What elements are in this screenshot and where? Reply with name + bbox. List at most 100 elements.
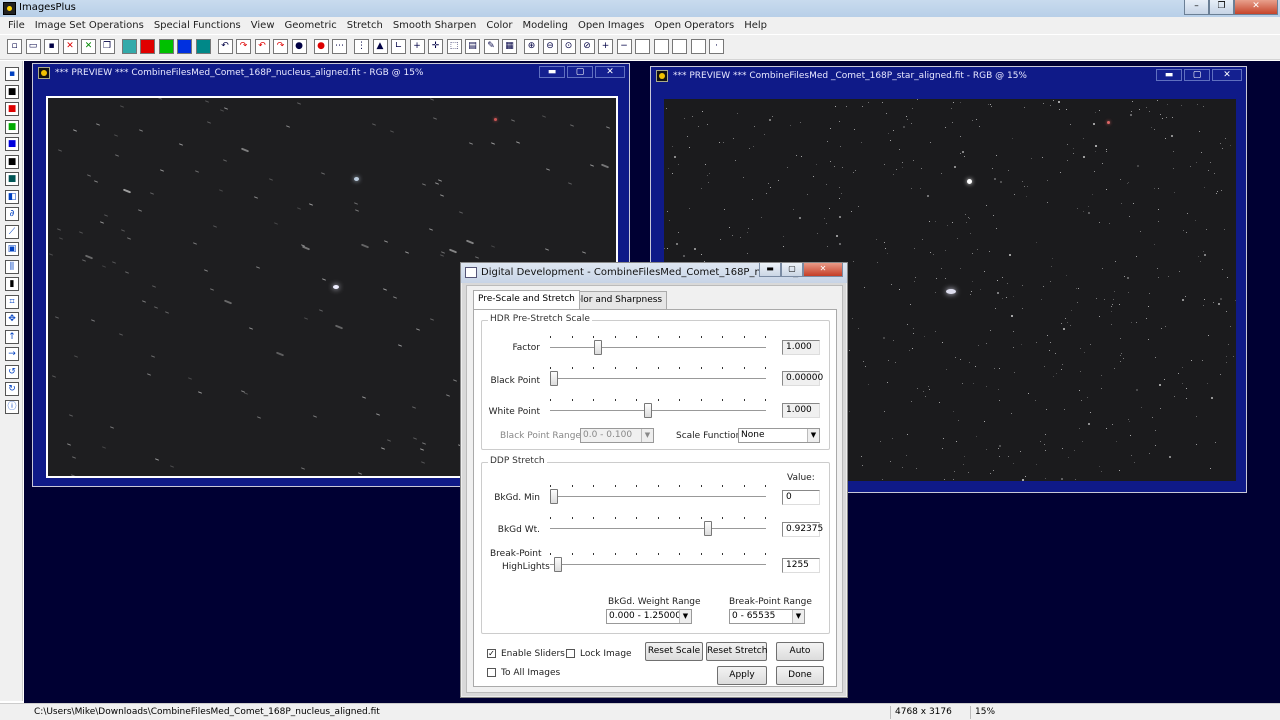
dots-horizontal-icon[interactable]: ⋯ — [332, 39, 347, 54]
tab-pre-scale-and-stretch[interactable]: Pre-Scale and Stretch — [473, 290, 580, 309]
zoom-in-icon[interactable]: ⊕ — [524, 39, 539, 54]
blue-channel-icon[interactable] — [177, 39, 192, 54]
undo-red-icon[interactable]: ↶ — [254, 39, 270, 54]
breakpoint-range-select[interactable]: 0 - 65535 ▼ — [729, 609, 805, 624]
frame-tiny-icon[interactable] — [690, 39, 706, 54]
menu-file[interactable]: File — [3, 20, 30, 31]
zoom-fit-icon[interactable]: ⊙ — [561, 39, 576, 54]
rgb-channels-icon[interactable] — [121, 39, 137, 54]
slider-thumb[interactable] — [643, 403, 652, 418]
window-maximize-button[interactable]: ▢ — [1184, 69, 1210, 81]
new-file-icon[interactable]: ▫ — [7, 39, 22, 54]
menu-image-set-operations[interactable]: Image Set Operations — [30, 20, 149, 31]
bkgd-wt-input[interactable]: 0.92375 — [782, 522, 823, 537]
close-green-x-icon[interactable]: ✕ — [81, 39, 96, 54]
color-green-icon[interactable]: ■ — [5, 119, 19, 134]
breakpoint-slider[interactable] — [550, 553, 766, 575]
rotate-right-icon[interactable]: ↻ — [5, 382, 19, 396]
reset-stretch-button[interactable]: Reset Stretch — [706, 642, 767, 661]
menu-color[interactable]: Color — [481, 20, 517, 31]
arrow-up-icon[interactable]: ↑ — [5, 329, 19, 344]
frame-icon[interactable]: ▣ — [5, 242, 19, 256]
menu-special-functions[interactable]: Special Functions — [149, 20, 246, 31]
done-button[interactable]: Done — [776, 666, 824, 685]
menu-open-operators[interactable]: Open Operators — [649, 20, 739, 31]
save-icon[interactable]: ▪ — [5, 67, 19, 81]
reset-scale-button[interactable]: Reset Scale — [645, 642, 703, 661]
menu-stretch[interactable]: Stretch — [342, 20, 388, 31]
window-close-button[interactable]: ✕ — [595, 66, 625, 78]
black-point-slider[interactable] — [550, 367, 766, 389]
crosshair-icon[interactable]: ✛ — [428, 39, 443, 54]
minus-box-icon[interactable]: − — [616, 39, 632, 54]
info-icon[interactable]: ⓘ — [5, 399, 19, 414]
color-mix-icon[interactable]: ■ — [5, 154, 19, 169]
add-box-icon[interactable]: + — [598, 39, 613, 54]
breakpoint-input[interactable]: 1255 — [782, 558, 820, 573]
dot-red-icon[interactable]: ● — [313, 39, 329, 54]
slider-thumb[interactable] — [554, 557, 563, 572]
factor-slider[interactable] — [550, 336, 766, 358]
menu-view[interactable]: View — [246, 20, 280, 31]
undo-icon[interactable]: ↶ — [217, 39, 233, 54]
minimize-button[interactable]: – — [1184, 0, 1209, 15]
frame-small-icon[interactable] — [672, 39, 687, 54]
window-minimize-button[interactable]: ▬ — [1156, 69, 1182, 81]
histogram-icon[interactable]: ▲ — [372, 39, 388, 54]
scale-function-select[interactable]: None ▼ — [738, 428, 820, 443]
apply-button[interactable]: Apply — [717, 666, 767, 685]
color-blue-icon[interactable]: ■ — [5, 137, 19, 151]
column-icon[interactable]: ▮ — [5, 277, 19, 291]
bkgd-min-slider[interactable] — [550, 485, 766, 507]
eyedropper-icon[interactable]: ∂ — [5, 207, 19, 221]
menu-modeling[interactable]: Modeling — [517, 20, 573, 31]
red-channel-icon[interactable] — [140, 39, 155, 54]
zoom-actual-icon[interactable]: ⊘ — [579, 39, 595, 54]
rotate-left-icon[interactable]: ↺ — [5, 364, 19, 379]
slider-thumb[interactable] — [703, 521, 712, 536]
dialog-maximize-button[interactable]: ▢ — [781, 263, 803, 277]
window-close-button[interactable]: ✕ — [1212, 69, 1242, 81]
crop-icon[interactable]: ⌗ — [5, 294, 19, 309]
bkgd-weight-range-select[interactable]: 0.000 - 1.25000 ▼ — [606, 609, 692, 624]
menu-help[interactable]: Help — [739, 20, 772, 31]
close-button[interactable]: ✕ — [1234, 0, 1278, 15]
green-channel-icon[interactable] — [158, 39, 174, 54]
color-red-icon[interactable]: ■ — [5, 102, 19, 116]
grid-icon[interactable] — [195, 39, 211, 54]
open-folder-icon[interactable]: ▭ — [25, 39, 41, 54]
move-icon[interactable]: ✥ — [5, 312, 19, 326]
lock-image-checkbox[interactable] — [566, 649, 575, 658]
color-cyan-icon[interactable]: ■ — [5, 172, 19, 186]
selection-icon[interactable]: ⬚ — [446, 39, 462, 54]
close-red-x-icon[interactable]: ✕ — [62, 39, 78, 54]
pencil-icon[interactable]: ✎ — [483, 39, 499, 54]
redo-red-icon[interactable]: ↷ — [273, 39, 288, 54]
dot-icon[interactable]: ● — [291, 39, 307, 54]
dots-vertical-icon[interactable]: ⋮ — [354, 39, 369, 54]
frame-dot-icon[interactable]: · — [709, 39, 724, 54]
to-all-images-checkbox[interactable] — [487, 668, 496, 677]
dialog-title-bar[interactable]: Digital Development - CombineFilesMed_Co… — [461, 263, 847, 283]
menu-open-images[interactable]: Open Images — [573, 20, 649, 31]
contrast-icon[interactable]: ◧ — [5, 189, 19, 204]
dialog-close-button[interactable]: ✕ — [803, 263, 843, 277]
bkgd-wt-slider[interactable] — [550, 517, 766, 539]
zoom-out-icon[interactable]: ⊖ — [542, 39, 558, 54]
slider-thumb[interactable] — [550, 489, 558, 504]
graph-icon[interactable]: ∟ — [391, 39, 406, 54]
dialog-minimize-button[interactable]: ▬ — [759, 263, 781, 277]
copy-icon[interactable]: ❐ — [99, 39, 115, 54]
auto-button[interactable]: Auto — [776, 642, 824, 661]
grid-small-icon[interactable]: ▦ — [502, 39, 517, 54]
restore-button[interactable]: ❐ — [1209, 0, 1234, 15]
levels-icon[interactable]: ⫼ — [5, 259, 19, 274]
arrow-right-icon[interactable]: → — [5, 347, 19, 361]
enable-sliders-checkbox[interactable]: ✓ — [487, 649, 496, 658]
plus-icon[interactable]: + — [409, 39, 425, 54]
curves-icon[interactable]: ⟋ — [5, 224, 19, 239]
bkgd-min-input[interactable]: 0 — [782, 490, 820, 505]
window-maximize-button[interactable]: ▢ — [567, 66, 593, 78]
white-point-slider[interactable] — [550, 399, 766, 421]
slider-thumb[interactable] — [593, 340, 602, 355]
